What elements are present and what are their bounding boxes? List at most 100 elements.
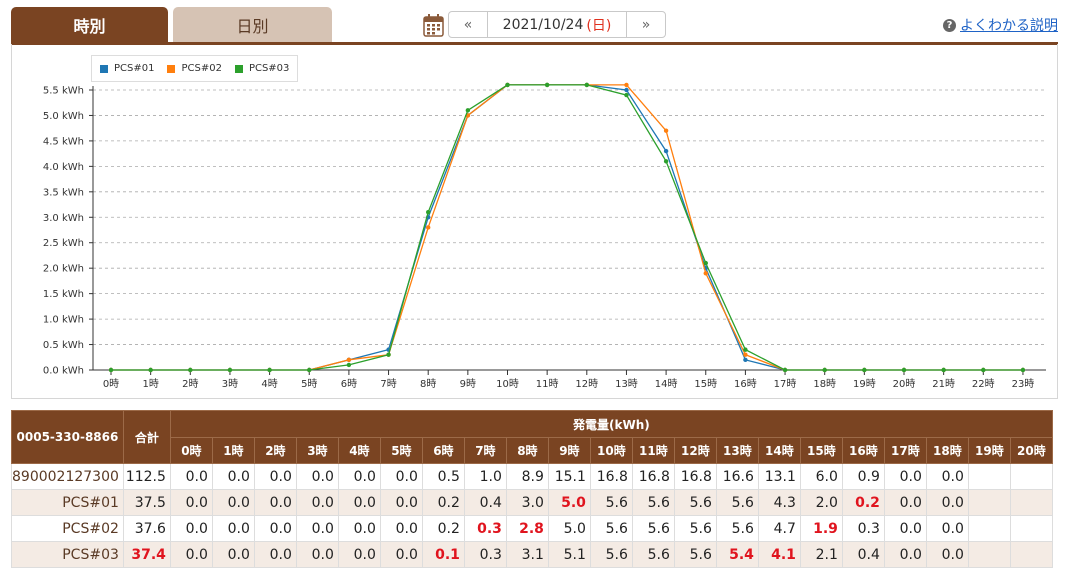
legend-label: PCS#03: [248, 63, 290, 74]
row-total: 112.5: [122, 463, 171, 490]
hour-value: 0.0: [295, 489, 339, 516]
table-row: 890002127300 112.5 0.0 0.0 0.0 0.0 0.0 0.0 0.5 1.…: [11, 463, 1053, 490]
hour-value: 0.5: [421, 463, 465, 490]
y-tick-label: 1.5 kWh: [43, 289, 84, 300]
data-point: [743, 352, 748, 357]
hour-header: 20時: [1009, 437, 1053, 464]
chart-legend: PCS#01 PCS#02 PCS#03: [91, 55, 298, 82]
data-point: [703, 260, 708, 266]
hour-value: 5.6: [673, 489, 717, 516]
hour-value: 3.0: [505, 489, 549, 516]
series-line: [111, 84, 1023, 371]
x-tick-label: 11時: [536, 378, 559, 390]
hour-value: 0.0: [379, 489, 423, 516]
row-label: 890002127300: [11, 463, 124, 490]
row-label: PCS#02: [11, 515, 124, 542]
x-tick-label: 10時: [496, 378, 519, 390]
hour-value: 4.3: [757, 489, 801, 516]
data-point: [505, 82, 510, 88]
x-tick-label: 7時: [380, 378, 396, 390]
hour-value: 0.0: [211, 489, 255, 516]
hour-header: 12時: [673, 437, 717, 464]
x-tick-label: 3時: [222, 378, 238, 390]
legend-label: PCS#02: [181, 63, 222, 74]
x-tick-label: 5時: [301, 378, 317, 390]
y-tick-label: 3.0 kWh: [43, 213, 84, 224]
x-tick-label: 9時: [460, 378, 476, 390]
hour-value: 5.0: [547, 489, 591, 516]
data-point: [901, 367, 907, 373]
data-point: [426, 225, 431, 230]
x-tick-label: 19時: [853, 378, 876, 390]
hour-value: 1.9: [799, 515, 843, 542]
hour-value: 16.8: [589, 463, 633, 490]
hour-header: 16時: [841, 437, 885, 464]
hour-value: 5.6: [715, 489, 759, 516]
total-header: 合計: [122, 410, 171, 464]
y-tick-label: 3.5 kWh: [43, 187, 84, 198]
hour-value: 16.8: [673, 463, 717, 490]
y-tick-label: 0.5 kWh: [43, 340, 84, 351]
data-point: [822, 367, 827, 373]
x-tick-label: 16時: [734, 378, 757, 390]
data-point: [346, 362, 352, 368]
hour-value: 0.0: [169, 515, 213, 542]
data-point: [981, 367, 986, 373]
data-point: [663, 159, 669, 164]
hour-header: 13時: [715, 437, 759, 464]
hour-value: 0.0: [253, 463, 297, 490]
hour-value: 0.0: [211, 515, 255, 542]
hour-value: 0.2: [421, 515, 465, 542]
legend-item[interactable]: PCS#01: [100, 63, 154, 74]
data-point: [426, 209, 431, 215]
y-tick-label: 2.0 kWh: [43, 264, 84, 275]
hour-header: 18時: [925, 437, 969, 464]
x-tick-label: 13時: [615, 378, 638, 390]
hour-value: [967, 489, 1011, 516]
y-tick-label: 5.0 kWh: [43, 111, 84, 122]
y-tick-label: 5.5 kWh: [43, 86, 84, 97]
x-tick-label: 8時: [420, 378, 436, 390]
hour-value: 0.0: [379, 463, 423, 490]
hour-value: 4.7: [757, 515, 801, 542]
hour-value: 0.0: [169, 463, 213, 490]
hour-header: 4時: [337, 437, 381, 464]
generation-group-header: 発電量(kWh): [169, 410, 1053, 438]
hour-value: 15.1: [547, 463, 591, 490]
data-point: [227, 367, 233, 373]
hour-value: 0.0: [295, 515, 339, 542]
x-tick-label: 6時: [341, 378, 357, 390]
meter-id-header: 0005-330-8866: [11, 410, 124, 464]
hour-value: 5.6: [715, 515, 759, 542]
data-point: [663, 148, 669, 154]
row-total: 37.5: [122, 489, 171, 516]
series-line: [111, 84, 1023, 371]
hour-value: 0.0: [883, 515, 927, 542]
x-tick-label: 4時: [261, 378, 277, 390]
hour-value: [967, 515, 1011, 542]
legend-item[interactable]: PCS#02: [167, 63, 222, 74]
table-row: PCS#01 37.5 0.0 0.0 0.0 0.0 0.0 0.0 0.2 0.4 3.0 5.0…: [11, 489, 1053, 516]
data-point: [862, 367, 867, 373]
data-point: [267, 367, 272, 373]
hour-header: 2時: [253, 437, 297, 464]
x-tick-label: 12時: [575, 378, 598, 390]
x-tick-label: 20時: [893, 378, 916, 390]
hour-value: 2.8: [505, 515, 549, 542]
hour-value: 0.0: [925, 489, 969, 516]
hour-value: 0.2: [841, 489, 885, 516]
hour-value: 8.9: [505, 463, 549, 490]
hour-value: 0.0: [925, 515, 969, 542]
hour-value: 5.6: [673, 515, 717, 542]
hour-header: 1時: [211, 437, 255, 464]
series-line: [111, 84, 1023, 371]
hour-value: [1009, 489, 1053, 516]
data-point: [743, 357, 748, 363]
table-row: PCS#02 37.6 0.0 0.0 0.0 0.0 0.0 0.0 0.2 0.3 2.8 5.0…: [11, 515, 1053, 542]
data-point: [941, 367, 946, 373]
x-tick-label: 14時: [655, 378, 678, 390]
hour-header: 15時: [799, 437, 843, 464]
data-point: [703, 271, 708, 276]
legend-item[interactable]: PCS#03: [234, 63, 290, 74]
hour-header: 11時: [631, 437, 675, 464]
